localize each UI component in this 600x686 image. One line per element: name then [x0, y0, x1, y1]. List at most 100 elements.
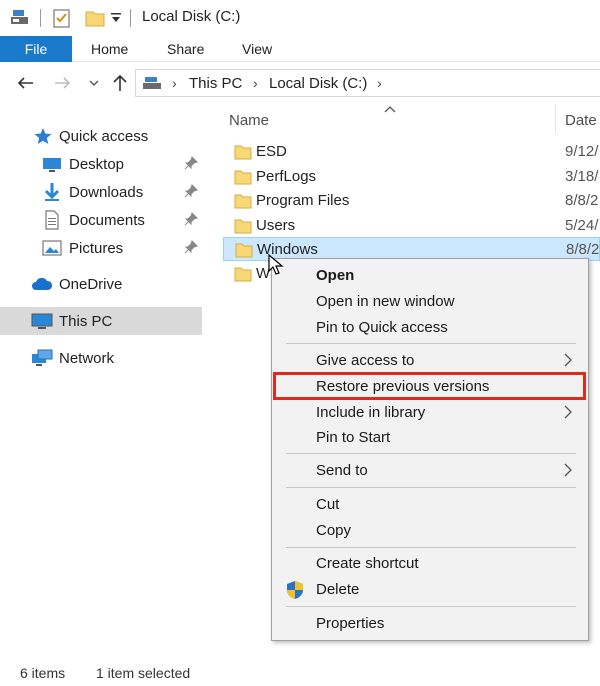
cloud-icon: [31, 274, 53, 294]
menu-separator: [286, 453, 576, 454]
menu-item-pin-quick-access[interactable]: Pin to Quick access: [272, 315, 588, 341]
file-name: Windows: [257, 241, 318, 258]
network-icon: [31, 348, 53, 368]
menu-item-label: Open: [316, 267, 355, 284]
menu-item-label: Pin to Quick access: [316, 319, 448, 336]
breadcrumb-this-pc[interactable]: This PC: [189, 75, 242, 92]
pin-icon[interactable]: [184, 184, 198, 202]
breadcrumb-chevron-icon[interactable]: ›: [172, 75, 177, 91]
file-date: 8/8/2: [565, 192, 599, 209]
navigation-bar: › This PC › Local Disk (C:) ›: [0, 62, 600, 104]
breadcrumb-chevron-icon[interactable]: ›: [253, 75, 258, 91]
chevron-right-icon: [564, 353, 572, 371]
breadcrumb-local-disk[interactable]: Local Disk (C:): [269, 75, 367, 92]
menu-item-properties[interactable]: Properties: [272, 611, 588, 637]
sidebar-item-label: This PC: [59, 313, 113, 330]
pin-icon[interactable]: [184, 212, 198, 230]
new-folder-icon[interactable]: [85, 8, 105, 32]
column-divider[interactable]: [555, 104, 556, 134]
sidebar-item-network[interactable]: Network: [0, 344, 202, 372]
folder-icon: [234, 266, 252, 286]
sidebar-item-onedrive[interactable]: OneDrive: [0, 270, 202, 298]
pictures-icon: [42, 238, 62, 258]
sidebar-item-label: Documents: [69, 212, 145, 229]
documents-icon: [42, 210, 62, 230]
sidebar-item-desktop[interactable]: Desktop: [0, 150, 202, 178]
ribbon-tabs: File Home Share View: [0, 36, 600, 62]
folder-icon: [234, 144, 252, 164]
breadcrumb-chevron-icon[interactable]: ›: [377, 75, 382, 91]
drive-icon: [142, 75, 162, 95]
menu-item-create-shortcut[interactable]: Create shortcut: [272, 551, 588, 577]
tab-view[interactable]: View: [242, 41, 272, 57]
customize-dropdown-icon[interactable]: [110, 11, 122, 28]
tab-home[interactable]: Home: [91, 41, 128, 57]
toolbar-separator: [40, 9, 41, 27]
menu-separator: [286, 547, 576, 548]
sidebar-item-this-pc[interactable]: This PC: [0, 307, 202, 335]
chevron-down-icon[interactable]: [83, 72, 105, 94]
file-row-perflogs[interactable]: PerfLogs 3/18/: [223, 165, 600, 189]
sidebar-item-pictures[interactable]: Pictures: [0, 234, 202, 262]
forward-arrow-icon[interactable]: [52, 72, 74, 94]
navigation-pane: Quick access Desktop Downloads Documents: [0, 104, 215, 654]
file-row-esd[interactable]: ESD 9/12/: [223, 140, 600, 164]
address-bar[interactable]: › This PC › Local Disk (C:) ›: [135, 69, 600, 97]
chevron-right-icon: [564, 405, 572, 423]
desktop-icon: [42, 154, 62, 174]
menu-separator: [286, 487, 576, 488]
folder-icon: [234, 193, 252, 213]
title-bar: Local Disk (C:): [0, 0, 600, 36]
file-date: 5/24/: [565, 217, 599, 234]
menu-item-open[interactable]: Open: [272, 263, 588, 289]
chevron-right-icon: [564, 463, 572, 481]
folder-icon: [235, 242, 253, 262]
mouse-cursor-icon: [268, 253, 284, 280]
file-row-program-files[interactable]: Program Files 8/8/2: [223, 189, 600, 213]
properties-icon[interactable]: [10, 8, 30, 30]
tab-share[interactable]: Share: [167, 41, 204, 57]
file-name: ESD: [256, 143, 287, 160]
column-name[interactable]: Name: [229, 112, 269, 129]
menu-item-include-library[interactable]: Include in library: [272, 400, 588, 426]
file-name: Users: [256, 217, 296, 234]
menu-item-copy[interactable]: Copy: [272, 518, 588, 544]
menu-item-open-new-window[interactable]: Open in new window: [272, 289, 588, 315]
file-name: Program Files: [256, 192, 350, 209]
menu-item-delete[interactable]: Delete: [272, 577, 588, 603]
checkbox-icon[interactable]: [53, 8, 71, 32]
menu-item-label: Pin to Start: [316, 429, 391, 446]
tab-file[interactable]: File: [0, 36, 72, 62]
menu-item-label: Open in new window: [316, 293, 455, 310]
up-arrow-icon[interactable]: [109, 72, 131, 94]
title-separator: [130, 9, 131, 27]
menu-item-label: Create shortcut: [316, 555, 419, 572]
file-row-users[interactable]: Users 5/24/: [223, 214, 600, 238]
menu-item-cut[interactable]: Cut: [272, 492, 588, 518]
menu-item-label: Give access to: [316, 352, 415, 369]
menu-item-label: Delete: [316, 581, 360, 598]
highlight-box: [273, 372, 586, 400]
window-title: Local Disk (C:): [142, 8, 241, 25]
star-icon: [33, 126, 53, 146]
computer-icon: [31, 311, 53, 331]
context-menu: Open Open in new window Pin to Quick acc…: [271, 258, 589, 641]
sidebar-item-quick-access[interactable]: Quick access: [0, 122, 202, 150]
folder-icon: [234, 169, 252, 189]
menu-separator: [286, 343, 576, 344]
download-icon: [42, 182, 62, 202]
back-arrow-icon[interactable]: [14, 72, 36, 94]
menu-item-pin-start[interactable]: Pin to Start: [272, 425, 588, 451]
file-date: 3/18/: [565, 168, 599, 185]
pin-icon[interactable]: [184, 240, 198, 258]
pin-icon[interactable]: [184, 156, 198, 174]
menu-item-send-to[interactable]: Send to: [272, 458, 588, 484]
menu-item-label: Properties: [316, 615, 385, 632]
sidebar-item-label: Pictures: [69, 240, 124, 257]
sidebar-item-downloads[interactable]: Downloads: [0, 178, 202, 206]
menu-item-give-access[interactable]: Give access to: [272, 348, 588, 374]
column-date[interactable]: Date: [565, 112, 597, 129]
menu-separator: [286, 606, 576, 607]
sidebar-item-label: Downloads: [69, 184, 144, 201]
sidebar-item-documents[interactable]: Documents: [0, 206, 202, 234]
